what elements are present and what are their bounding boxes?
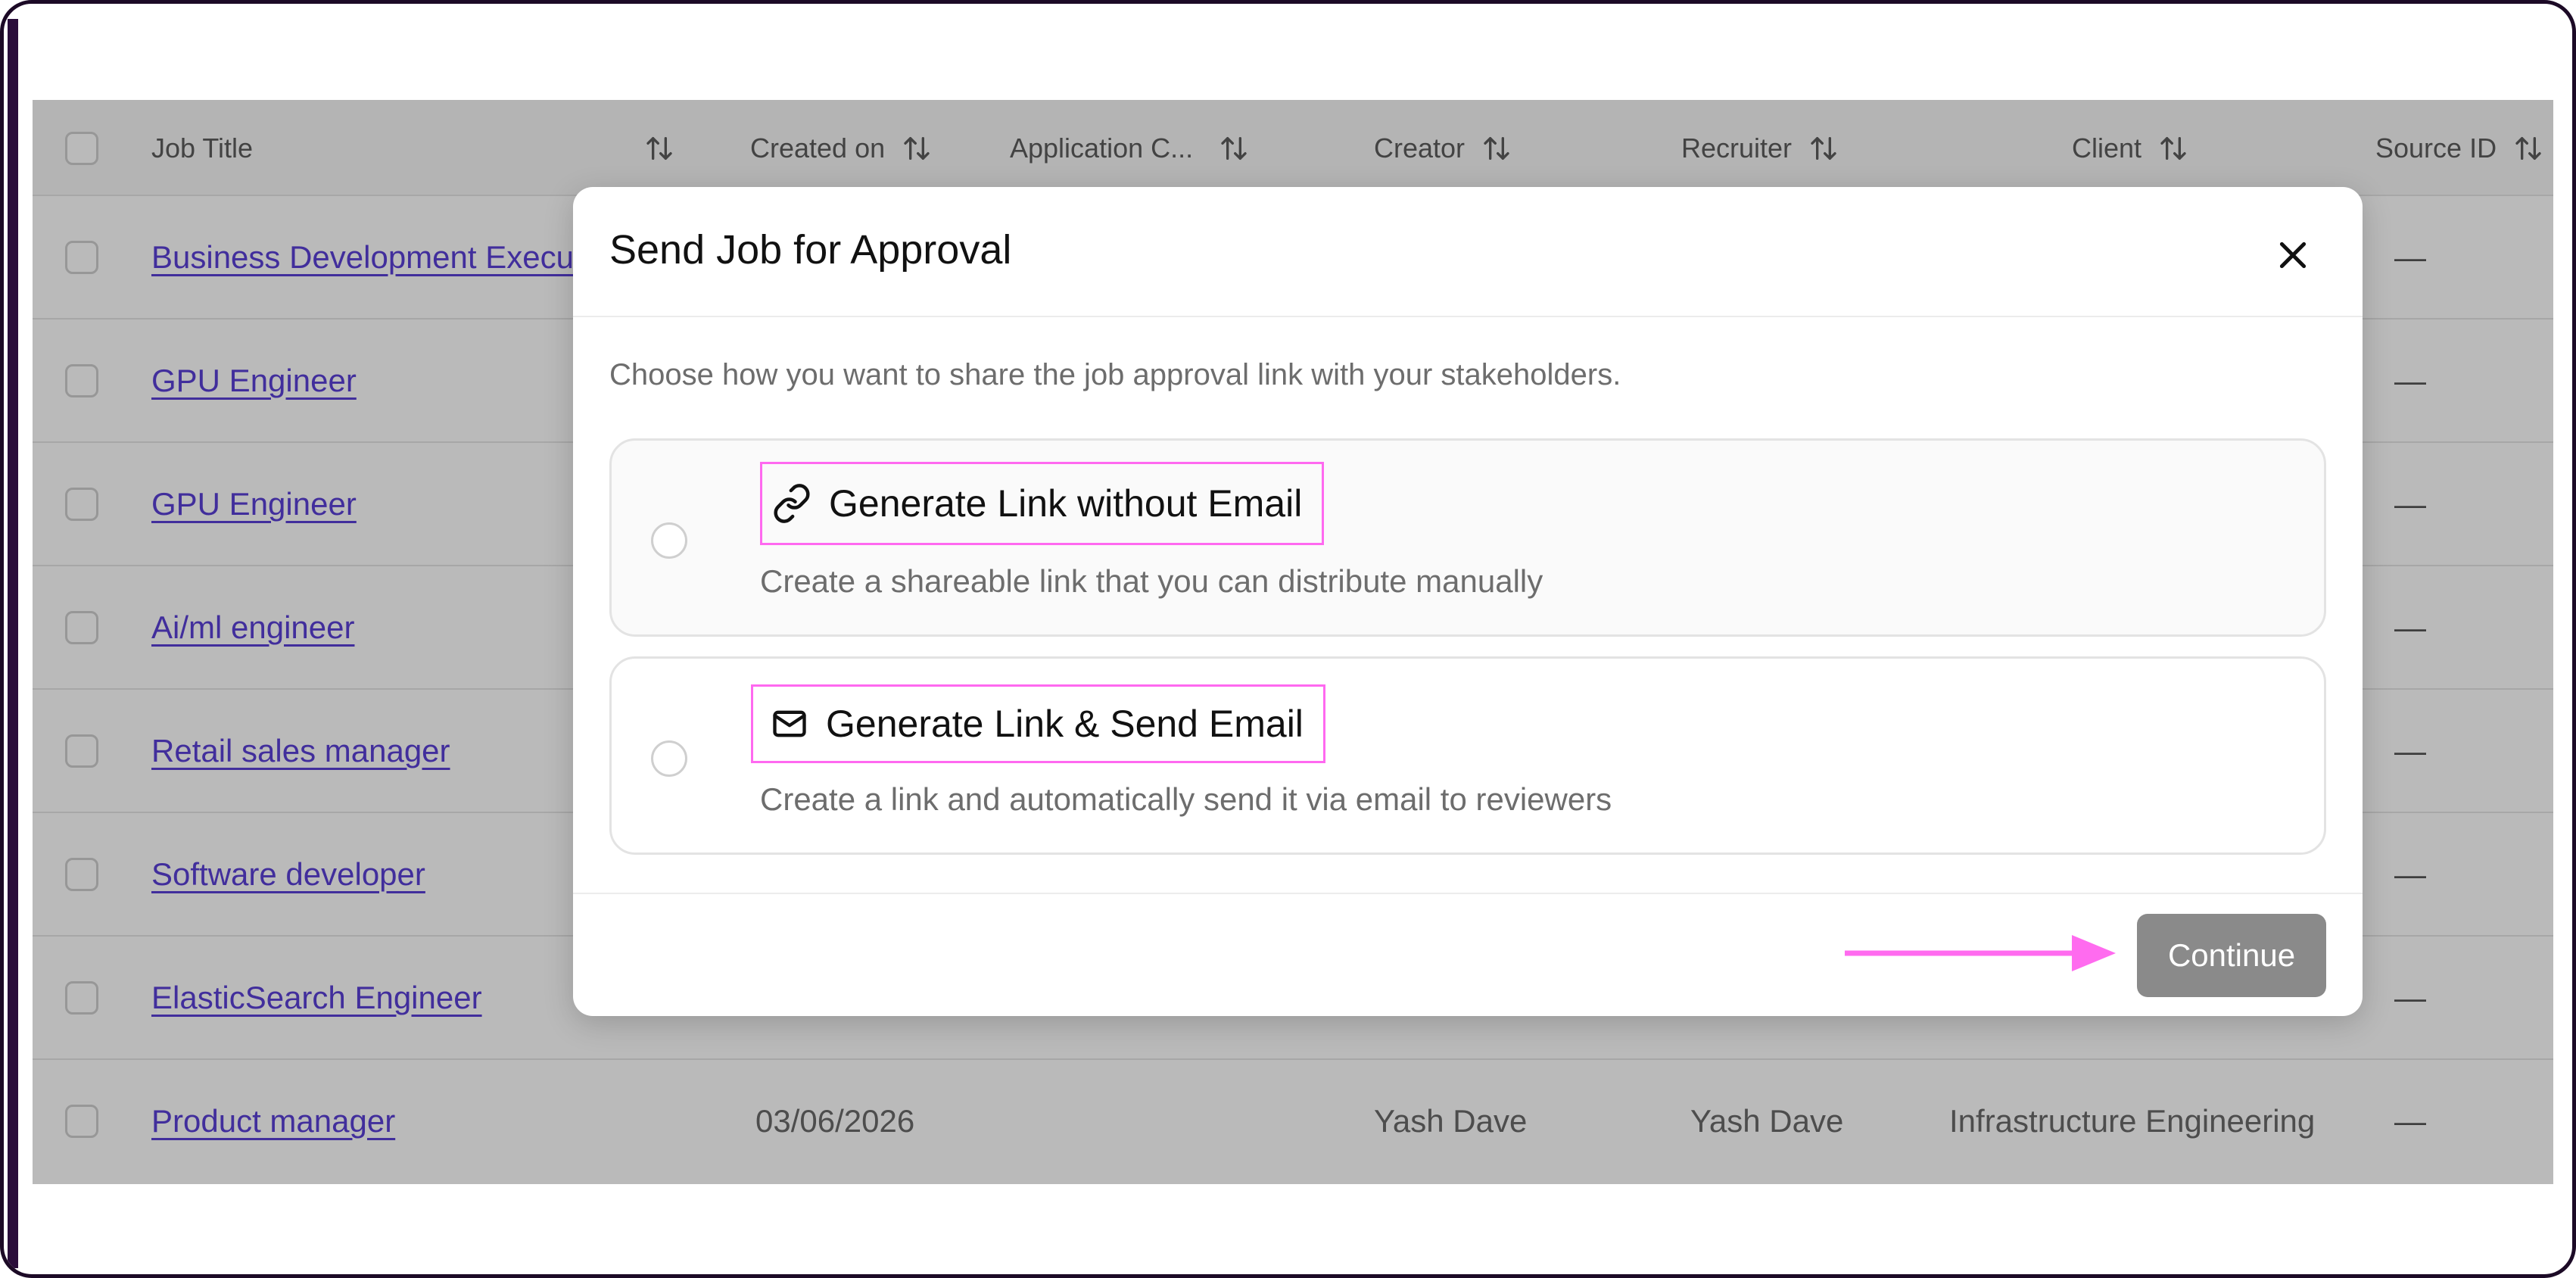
send-job-approval-modal: Send Job for Approval Choose how you wan… (573, 187, 2363, 1016)
modal-description: Choose how you want to share the job app… (609, 358, 1621, 391)
option-subtitle: Create a link and automatically send it … (760, 781, 1612, 817)
window-edge (8, 19, 18, 1268)
modal-title: Send Job for Approval (609, 227, 1012, 273)
continue-button[interactable]: Continue (2137, 914, 2326, 997)
option-radio[interactable] (651, 740, 687, 777)
mail-icon (770, 704, 809, 743)
app-frame: Job Title Created on Application C... Cr… (0, 0, 2576, 1278)
arrow-right-icon (1845, 935, 2116, 971)
option-title: Generate Link & Send Email (826, 703, 1304, 745)
close-button[interactable] (2264, 226, 2322, 284)
option-title-highlight: Generate Link without Email (760, 462, 1325, 545)
close-icon (2279, 242, 2307, 269)
option-radio[interactable] (651, 522, 687, 559)
option-title-highlight: Generate Link & Send Email (751, 684, 1325, 763)
modal-footer: Continue (573, 893, 2363, 1016)
option-title: Generate Link without Email (829, 482, 1303, 525)
modal-header: Send Job for Approval (573, 187, 2363, 317)
option-subtitle: Create a shareable link that you can dis… (760, 563, 1543, 599)
option-link-without-email[interactable]: Generate Link without Email Create a sha… (609, 438, 2326, 637)
link-icon (771, 483, 812, 524)
option-link-send-email[interactable]: Generate Link & Send Email Create a link… (609, 656, 2326, 855)
